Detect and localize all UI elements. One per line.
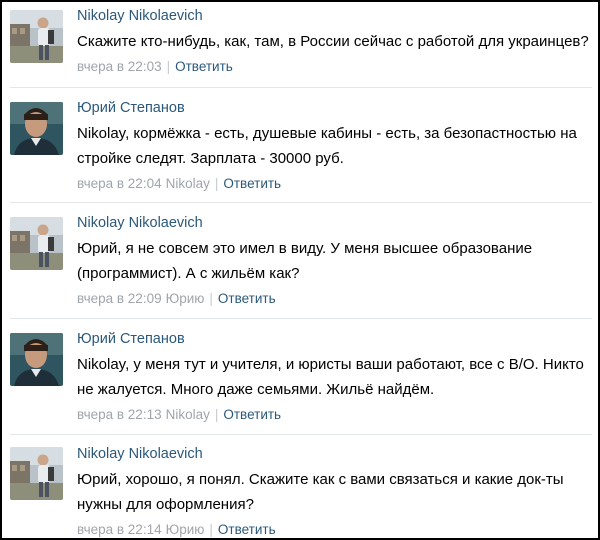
comment-item: Юрий Степанов Nikolay, у меня тут и учит… bbox=[2, 319, 598, 434]
comment-author[interactable]: Юрий Степанов bbox=[77, 98, 590, 118]
comment-text: Юрий, хорошо, я понял. Скажите как с вам… bbox=[77, 471, 564, 513]
comment-author[interactable]: Nikolay Nikolaevich bbox=[77, 6, 590, 26]
meta-separator: | bbox=[209, 522, 213, 537]
reply-to[interactable]: Nikolay bbox=[166, 176, 210, 191]
meta-separator: | bbox=[214, 176, 219, 191]
reply-button[interactable]: Ответить bbox=[175, 59, 233, 74]
avatar-nikolay[interactable] bbox=[10, 10, 63, 63]
meta-separator: | bbox=[214, 407, 219, 422]
comment-time[interactable]: вчера в 22:09 bbox=[77, 291, 162, 306]
comment-text: Скажите кто-нибудь, как, там, в России с… bbox=[77, 33, 589, 50]
comment-meta: вчера в 22:09 Юрию | Ответить bbox=[77, 289, 590, 309]
comment-text: Юрий, я не совсем это имел в виду. У мен… bbox=[77, 240, 533, 282]
comment-time[interactable]: вчера в 22:14 bbox=[77, 522, 162, 537]
comment-meta: вчера в 22:14 Юрию | Ответить bbox=[77, 520, 590, 538]
comment-author[interactable]: Nikolay Nikolaevich bbox=[77, 213, 590, 233]
comment-item: Nikolay Nikolaevich Скажите кто-нибудь, … bbox=[2, 2, 598, 87]
comment-time[interactable]: вчера в 22:04 bbox=[77, 176, 162, 191]
reply-button[interactable]: Ответить bbox=[223, 407, 281, 422]
comment-item: Nikolay Nikolaevich Юрий, я не совсем эт… bbox=[2, 203, 598, 318]
avatar-nikolay[interactable] bbox=[10, 217, 63, 270]
comment-author[interactable]: Юрий Степанов bbox=[77, 329, 590, 349]
reply-button[interactable]: Ответить bbox=[223, 176, 281, 191]
reply-button[interactable]: Ответить bbox=[218, 522, 276, 537]
comment-author[interactable]: Nikolay Nikolaevich bbox=[77, 444, 590, 464]
reply-button[interactable]: Ответить bbox=[218, 291, 276, 306]
comment-meta: вчера в 22:13 Nikolay | Ответить bbox=[77, 405, 590, 425]
reply-to[interactable]: Юрию bbox=[166, 522, 205, 537]
avatar-yuriy[interactable] bbox=[10, 333, 63, 386]
comment-item: Юрий Степанов Nikolay, кормёжка - есть, … bbox=[2, 88, 598, 202]
comment-text: Nikolay, кормёжка - есть, душевые кабины… bbox=[77, 125, 577, 167]
comment-item: Nikolay Nikolaevich Юрий, хорошо, я поня… bbox=[2, 435, 598, 538]
comment-meta: вчера в 22:04 Nikolay | Ответить bbox=[77, 174, 590, 194]
comment-text: Nikolay, у меня тут и учителя, и юристы … bbox=[77, 356, 584, 398]
reply-to[interactable]: Юрию bbox=[166, 291, 205, 306]
comment-meta: вчера в 22:03 | Ответить bbox=[77, 57, 590, 77]
avatar-nikolay[interactable] bbox=[10, 447, 63, 500]
comment-time[interactable]: вчера в 22:13 bbox=[77, 407, 162, 422]
meta-separator: | bbox=[166, 59, 171, 74]
comments-panel: Nikolay Nikolaevich Скажите кто-нибудь, … bbox=[0, 0, 600, 540]
meta-separator: | bbox=[209, 291, 213, 306]
comment-time[interactable]: вчера в 22:03 bbox=[77, 59, 162, 74]
reply-to[interactable]: Nikolay bbox=[166, 407, 210, 422]
avatar-yuriy[interactable] bbox=[10, 102, 63, 155]
